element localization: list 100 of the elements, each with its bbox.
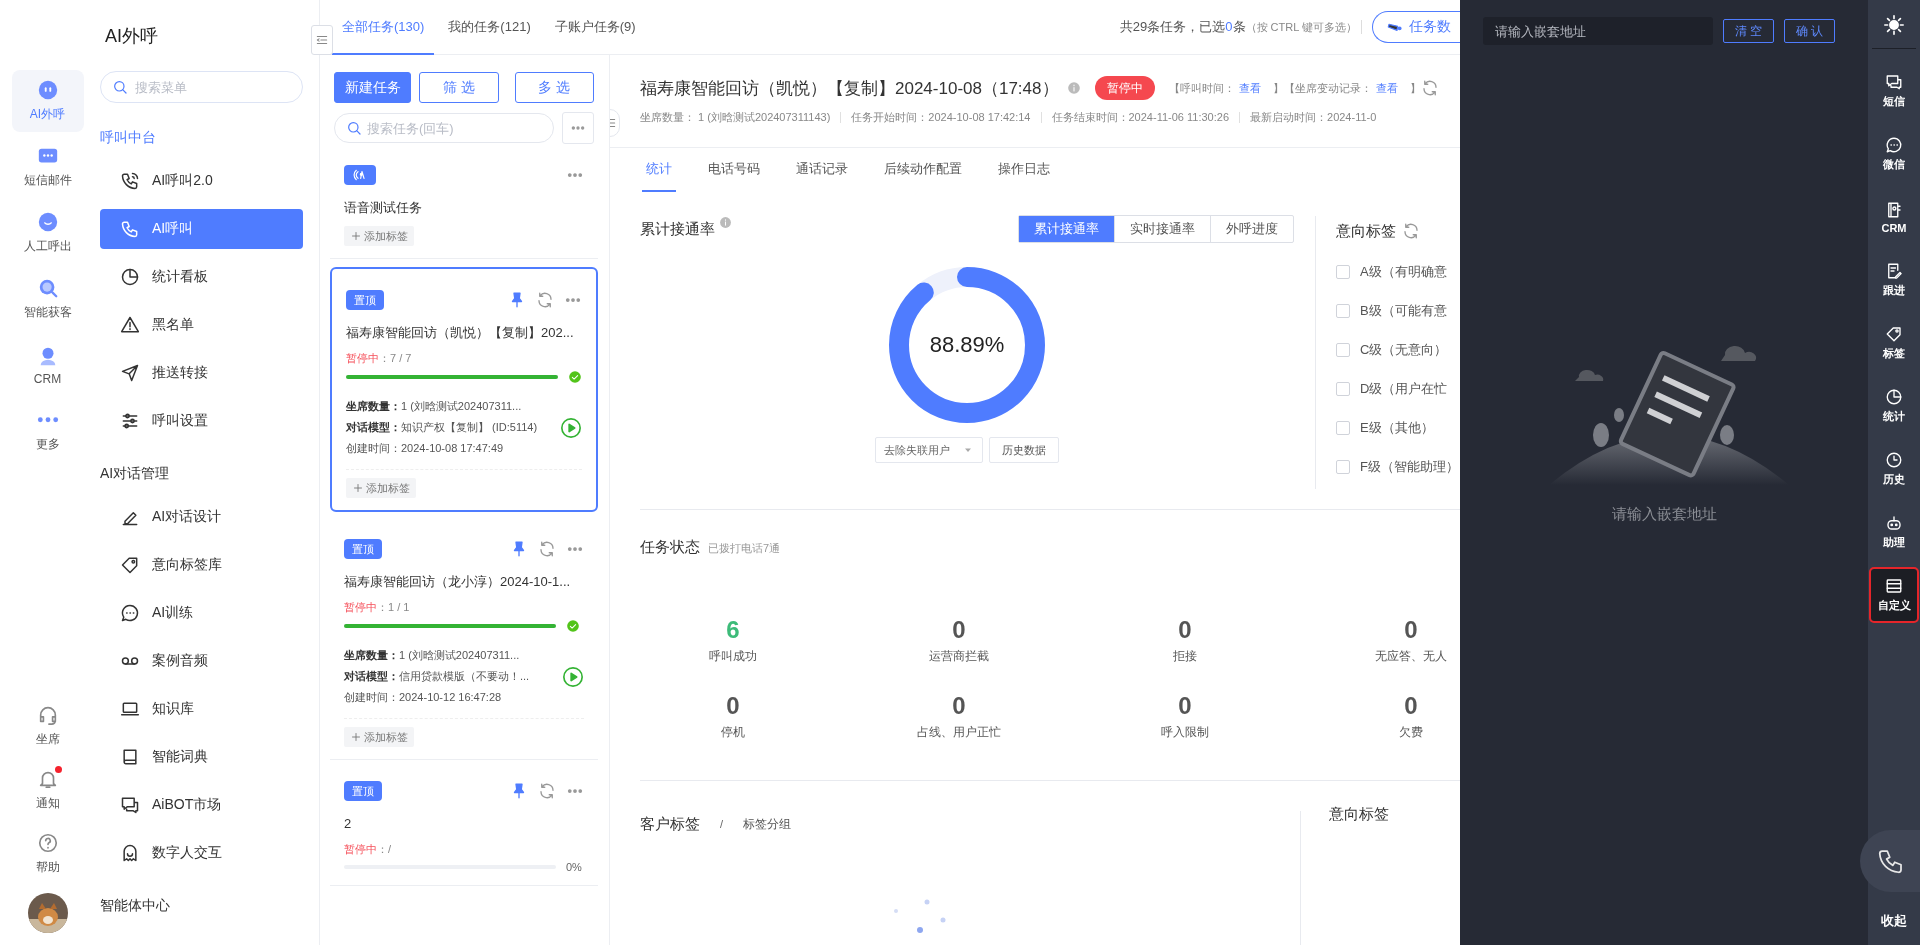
checkbox[interactable]: [1336, 381, 1350, 396]
menu-item[interactable]: 知识库: [100, 689, 303, 729]
task-card[interactable]: 置顶 2 暂停中：/ 0%: [330, 760, 598, 886]
menu-item[interactable]: AI呼叫: [100, 209, 303, 249]
more-button[interactable]: [562, 112, 594, 144]
option-button[interactable]: 多 选: [514, 72, 594, 103]
history-button[interactable]: 历史数据: [989, 437, 1059, 463]
menu-item[interactable]: 黑名单: [100, 305, 303, 345]
side-tool-item[interactable]: CRM: [1871, 191, 1917, 243]
collapse-button[interactable]: 收起: [1881, 903, 1907, 939]
task-tab[interactable]: 我的任务(121): [438, 0, 541, 55]
laptop-icon: [120, 699, 140, 719]
side-tool-item[interactable]: 统计: [1871, 380, 1917, 432]
refresh-icon[interactable]: [538, 540, 556, 558]
task-card[interactable]: 语音测试任务 添加标签: [330, 144, 598, 259]
call-button[interactable]: [1860, 830, 1920, 892]
pie-chart-icon: [1885, 388, 1903, 406]
view-link[interactable]: 查看: [1375, 80, 1398, 96]
plus-icon: [352, 482, 364, 494]
add-tag-button[interactable]: 添加标签: [346, 478, 416, 498]
tab-link[interactable]: 标签分组: [743, 815, 792, 833]
tab[interactable]: 统计: [642, 148, 676, 192]
checkbox[interactable]: [1336, 264, 1350, 279]
nav-item[interactable]: 帮助: [11, 825, 84, 883]
tab[interactable]: 电话号码: [692, 148, 776, 192]
task-card[interactable]: 置顶 福寿康智能回访（凯悦）【复制】202... 暂停中：7 / 7 坐席数量：1 (刘晗测试202407311... 对话模型：知识产权【复制】 (ID:5114) 创建时间：2024-10-08 17:47:49 添加标签: [330, 267, 598, 512]
side-tool-item[interactable]: 微信: [1871, 128, 1917, 180]
side-tool-item[interactable]: 短信: [1871, 65, 1917, 117]
refresh-icon[interactable]: [1420, 79, 1439, 97]
side-tool-item[interactable]: 历史: [1871, 443, 1917, 495]
segment-button[interactable]: 累计接通率: [1019, 216, 1114, 242]
bracket-text: 】: [1272, 80, 1284, 96]
confirm-button[interactable]: 确 认: [1784, 19, 1835, 43]
menu-item[interactable]: 呼叫设置: [100, 401, 303, 441]
checkbox[interactable]: [1336, 342, 1350, 357]
menu-item[interactable]: 统计看板: [100, 257, 303, 297]
menu-item[interactable]: 智能词典: [100, 737, 303, 777]
chat-icon: [1885, 136, 1903, 154]
add-tag-button[interactable]: 添加标签: [344, 226, 414, 246]
filter-select[interactable]: 去除失联用户: [875, 437, 983, 463]
nav-item[interactable]: AI外呼: [11, 70, 84, 132]
task-tab[interactable]: 子账户任务(9): [544, 0, 646, 55]
menu-item[interactable]: 数字人交互: [100, 833, 303, 873]
option-button[interactable]: 筛 选: [419, 72, 499, 103]
tab[interactable]: 后续动作配置: [868, 148, 978, 192]
contacts-icon: [1885, 200, 1903, 219]
refresh-icon[interactable]: [536, 291, 554, 309]
nav-item[interactable]: 人工呼出: [11, 202, 84, 264]
task-card[interactable]: 置顶 福寿康智能回访（龙小淳）2024-10-1... 暂停中：1 / 1 坐席数量：1 (刘晗测试202407311... 对话模型：信用贷款模版（不要动！... 创建时间：2024-10-12 16:47:28 添加标签: [330, 518, 598, 760]
stat-label: 停机: [721, 724, 745, 741]
tab[interactable]: 操作日志: [982, 148, 1066, 192]
add-tag-button[interactable]: 添加标签: [344, 727, 414, 747]
task-data-button[interactable]: 任务数: [1372, 11, 1460, 43]
menu-group-title[interactable]: 呼叫中台: [100, 113, 303, 161]
menu-group-title[interactable]: AI对话管理: [100, 449, 303, 497]
address-field[interactable]: 请输入嵌套地址: [1483, 17, 1713, 45]
tag-icon: [1885, 325, 1903, 343]
smiley-icon: [36, 211, 59, 233]
side-tool-item[interactable]: 助理: [1871, 506, 1917, 558]
section-subtitle: 已拨打电话7通: [708, 541, 781, 556]
pinned-tag: 置顶: [344, 781, 382, 801]
nav-item[interactable]: 通知: [11, 761, 84, 819]
new-task-button[interactable]: 新建任务: [334, 72, 412, 103]
menu-item[interactable]: AI训练: [100, 593, 303, 633]
collapse-button[interactable]: [311, 25, 333, 55]
menu-item[interactable]: AI呼叫2.0: [100, 161, 303, 201]
stat-label: 占线、用户正忙: [917, 724, 1001, 741]
checkbox[interactable]: [1336, 303, 1350, 318]
search-field[interactable]: 搜索菜单: [100, 71, 303, 103]
view-link[interactable]: 查看: [1238, 80, 1261, 96]
refresh-icon[interactable]: [538, 782, 556, 800]
menu-item[interactable]: 案例音频: [100, 641, 303, 681]
play-icon[interactable]: [560, 416, 582, 439]
segment-button[interactable]: 外呼进度: [1210, 216, 1293, 242]
nav-item[interactable]: 更多: [11, 400, 84, 462]
nav-item[interactable]: 智能获客: [11, 268, 84, 330]
side-tool-item[interactable]: 自定义: [1871, 569, 1917, 621]
tab[interactable]: 通话记录: [780, 148, 864, 192]
nav-item[interactable]: CRM: [11, 334, 84, 396]
detail-text: 创建时间：2024-10-08 17:47:49: [346, 441, 505, 456]
clear-button[interactable]: 清 空: [1723, 19, 1774, 43]
play-icon[interactable]: [562, 665, 584, 688]
clock-icon: [1885, 451, 1903, 469]
task-tab[interactable]: 全部任务(130): [332, 0, 435, 55]
nav-item[interactable]: 坐席: [11, 697, 84, 755]
checkbox[interactable]: [1336, 420, 1350, 435]
menu-item[interactable]: AiBOT市场: [100, 785, 303, 825]
checkbox[interactable]: [1336, 459, 1350, 474]
menu-group-title[interactable]: 智能体中心: [100, 881, 303, 929]
menu-item[interactable]: 意向标签库: [100, 545, 303, 585]
segment-button[interactable]: 实时接通率: [1114, 216, 1210, 242]
search-field[interactable]: 搜索任务(回车): [334, 113, 554, 143]
refresh-icon[interactable]: [1402, 222, 1420, 240]
sidebar-title: AI外呼: [105, 25, 159, 48]
nav-item[interactable]: 短信邮件: [11, 136, 84, 198]
menu-item[interactable]: 推送转接: [100, 353, 303, 393]
side-tool-item[interactable]: 标签: [1871, 317, 1917, 369]
side-tool-item[interactable]: 跟进: [1871, 254, 1917, 306]
menu-item[interactable]: AI对话设计: [100, 497, 303, 537]
sun-icon[interactable]: [1883, 14, 1905, 36]
